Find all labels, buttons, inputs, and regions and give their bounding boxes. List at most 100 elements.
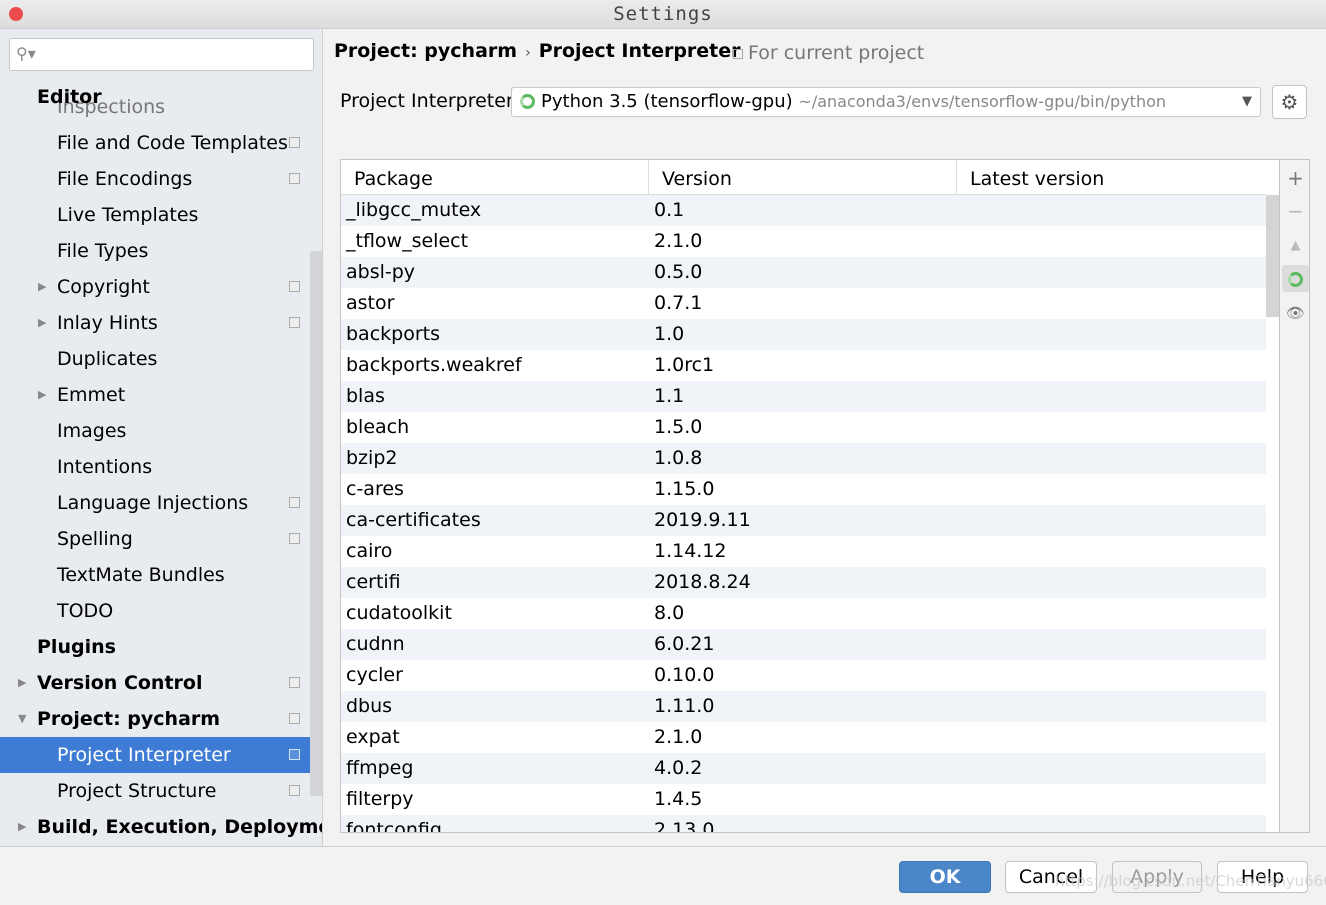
package-name: backports.weakref <box>346 354 522 376</box>
window-title: Settings <box>613 3 713 25</box>
sidebar-item-project-interpreter[interactable]: Project Interpreter <box>0 737 322 773</box>
table-row[interactable]: backports.weakref 1.0rc1 <box>341 350 1266 381</box>
interpreter-select[interactable]: Python 3.5 (tensorflow-gpu) ~/anaconda3/… <box>511 87 1261 117</box>
sidebar-item-emmet[interactable]: ▶ Emmet <box>0 377 310 413</box>
sidebar-item-project-pycharm[interactable]: ▼ Project: pycharm <box>0 701 310 737</box>
add-package-button[interactable]: + <box>1282 165 1309 192</box>
table-row[interactable]: dbus 1.11.0 <box>341 691 1266 722</box>
sidebar-item-file-encodings[interactable]: File Encodings <box>0 161 310 197</box>
sidebar-item-file-and-code-templates[interactable]: File and Code Templates <box>0 125 310 161</box>
sidebar-item-language-injections[interactable]: Language Injections <box>0 485 310 521</box>
collapsed-arrow-icon[interactable]: ▶ <box>38 305 46 341</box>
sidebar-item-textmate-bundles[interactable]: TextMate Bundles <box>0 557 310 593</box>
table-row[interactable]: c-ares 1.15.0 <box>341 474 1266 505</box>
copy-icon <box>733 49 743 59</box>
package-name: expat <box>346 726 400 748</box>
package-name: _libgcc_mutex <box>346 199 482 221</box>
table-row[interactable]: expat 2.1.0 <box>341 722 1266 753</box>
breadcrumb: Project: pycharm › Project Interpreter <box>334 40 741 62</box>
sidebar-item-spelling[interactable]: Spelling <box>0 521 310 557</box>
table-scrollbar[interactable] <box>1266 195 1279 317</box>
package-version: 2.13.0 <box>654 819 715 833</box>
watermark: https://blog.csdn.net/ChenTianyu666 <box>1055 872 1326 890</box>
show-early-releases-button[interactable]: 👁 <box>1282 300 1309 327</box>
sidebar-item-label: Live Templates <box>57 204 199 226</box>
project-scope-icon <box>289 713 300 724</box>
table-row[interactable]: fontconfig 2.13.0 <box>341 815 1266 833</box>
table-row[interactable]: ca-certificates 2019.9.11 <box>341 505 1266 536</box>
sidebar-item-intentions[interactable]: Intentions <box>0 449 310 485</box>
sidebar-scrollbar[interactable] <box>310 251 322 796</box>
sidebar-item-editor[interactable]: Editor <box>0 79 310 115</box>
sidebar-item-plugins[interactable]: Plugins <box>0 629 310 665</box>
package-version: 0.7.1 <box>654 292 703 314</box>
table-row[interactable]: backports 1.0 <box>341 319 1266 350</box>
breadcrumb-page: Project Interpreter <box>538 40 741 62</box>
table-row[interactable]: cudnn 6.0.21 <box>341 629 1266 660</box>
collapsed-arrow-icon[interactable]: ▶ <box>38 269 46 305</box>
close-window-button[interactable] <box>9 7 23 21</box>
sidebar-item-label: File Types <box>57 240 149 262</box>
table-row[interactable]: filterpy 1.4.5 <box>341 784 1266 815</box>
table-row[interactable]: bleach 1.5.0 <box>341 412 1266 443</box>
table-row[interactable]: cairo 1.14.12 <box>341 536 1266 567</box>
sidebar-item-label: Project: pycharm <box>37 708 221 730</box>
search-input[interactable]: ⚲▾ <box>9 38 314 71</box>
expanded-arrow-icon[interactable]: ▼ <box>18 701 26 737</box>
project-scope-icon <box>289 281 300 292</box>
packages-table: Package Version Latest version _libgcc_m… <box>340 159 1310 833</box>
package-name: cudnn <box>346 633 405 655</box>
package-name: fontconfig <box>346 819 442 833</box>
interpreter-settings-button[interactable]: ⚙ <box>1272 85 1307 119</box>
ok-button[interactable]: OK <box>899 861 991 893</box>
refresh-button[interactable] <box>1282 265 1309 292</box>
for-current-project-note: For current project <box>733 42 924 64</box>
plus-icon: + <box>1287 166 1304 190</box>
sidebar-item-inlay-hints[interactable]: ▶ Inlay Hints <box>0 305 310 341</box>
table-row[interactable]: blas 1.1 <box>341 381 1266 412</box>
sidebar-item-live-templates[interactable]: Live Templates <box>0 197 310 233</box>
collapsed-arrow-icon[interactable]: ▶ <box>18 665 26 701</box>
package-version: 0.1 <box>654 199 685 221</box>
package-version: 2.1.0 <box>654 726 703 748</box>
sidebar-item-version-control[interactable]: ▶ Version Control <box>0 665 310 701</box>
package-name: bleach <box>346 416 410 438</box>
sidebar-item-project-structure[interactable]: Project Structure <box>0 773 310 809</box>
sidebar-item-label: File and Code Templates <box>57 132 288 154</box>
package-name: cudatoolkit <box>346 602 452 624</box>
package-name: cairo <box>346 540 393 562</box>
package-version: 1.1 <box>654 385 685 407</box>
collapsed-arrow-icon[interactable]: ▶ <box>18 809 26 845</box>
sidebar-item-duplicates[interactable]: Duplicates <box>0 341 310 377</box>
triangle-up-icon: ▲ <box>1290 238 1301 253</box>
table-row[interactable]: _libgcc_mutex 0.1 <box>341 195 1266 226</box>
table-row[interactable]: bzip2 1.0.8 <box>341 443 1266 474</box>
package-version: 1.0rc1 <box>654 354 715 376</box>
column-version[interactable]: Version <box>649 160 957 195</box>
upgrade-package-button[interactable]: ▲ <box>1282 232 1309 259</box>
table-row[interactable]: cycler 0.10.0 <box>341 660 1266 691</box>
table-row[interactable]: cudatoolkit 8.0 <box>341 598 1266 629</box>
sidebar-item-build-execution-deployment[interactable]: ▶ Build, Execution, Deployment <box>0 809 322 845</box>
chevron-down-icon: ▼ <box>1242 94 1252 109</box>
breadcrumb-project[interactable]: Project: pycharm <box>334 40 517 62</box>
sidebar-item-images[interactable]: Images <box>0 413 310 449</box>
remove-package-button[interactable]: − <box>1282 198 1309 225</box>
table-row[interactable]: absl-py 0.5.0 <box>341 257 1266 288</box>
minus-icon: − <box>1287 199 1304 223</box>
sidebar-item-todo[interactable]: TODO <box>0 593 310 629</box>
column-package[interactable]: Package <box>341 160 649 195</box>
table-row[interactable]: certifi 2018.8.24 <box>341 567 1266 598</box>
collapsed-arrow-icon[interactable]: ▶ <box>38 377 46 413</box>
sidebar-item-file-types[interactable]: File Types <box>0 233 310 269</box>
column-latest-version[interactable]: Latest version <box>957 160 1266 195</box>
table-row[interactable]: astor 0.7.1 <box>341 288 1266 319</box>
sidebar-item-label: Language Injections <box>57 492 249 514</box>
package-name: dbus <box>346 695 393 717</box>
sidebar-item-copyright[interactable]: ▶ Copyright <box>0 269 310 305</box>
table-row[interactable]: _tflow_select 2.1.0 <box>341 226 1266 257</box>
table-body: _libgcc_mutex 0.1 _tflow_select 2.1.0 absl-p… <box>341 195 1266 833</box>
sidebar-item-label: Duplicates <box>57 348 158 370</box>
sidebar-item-label: TextMate Bundles <box>57 564 225 586</box>
table-row[interactable]: ffmpeg 4.0.2 <box>341 753 1266 784</box>
